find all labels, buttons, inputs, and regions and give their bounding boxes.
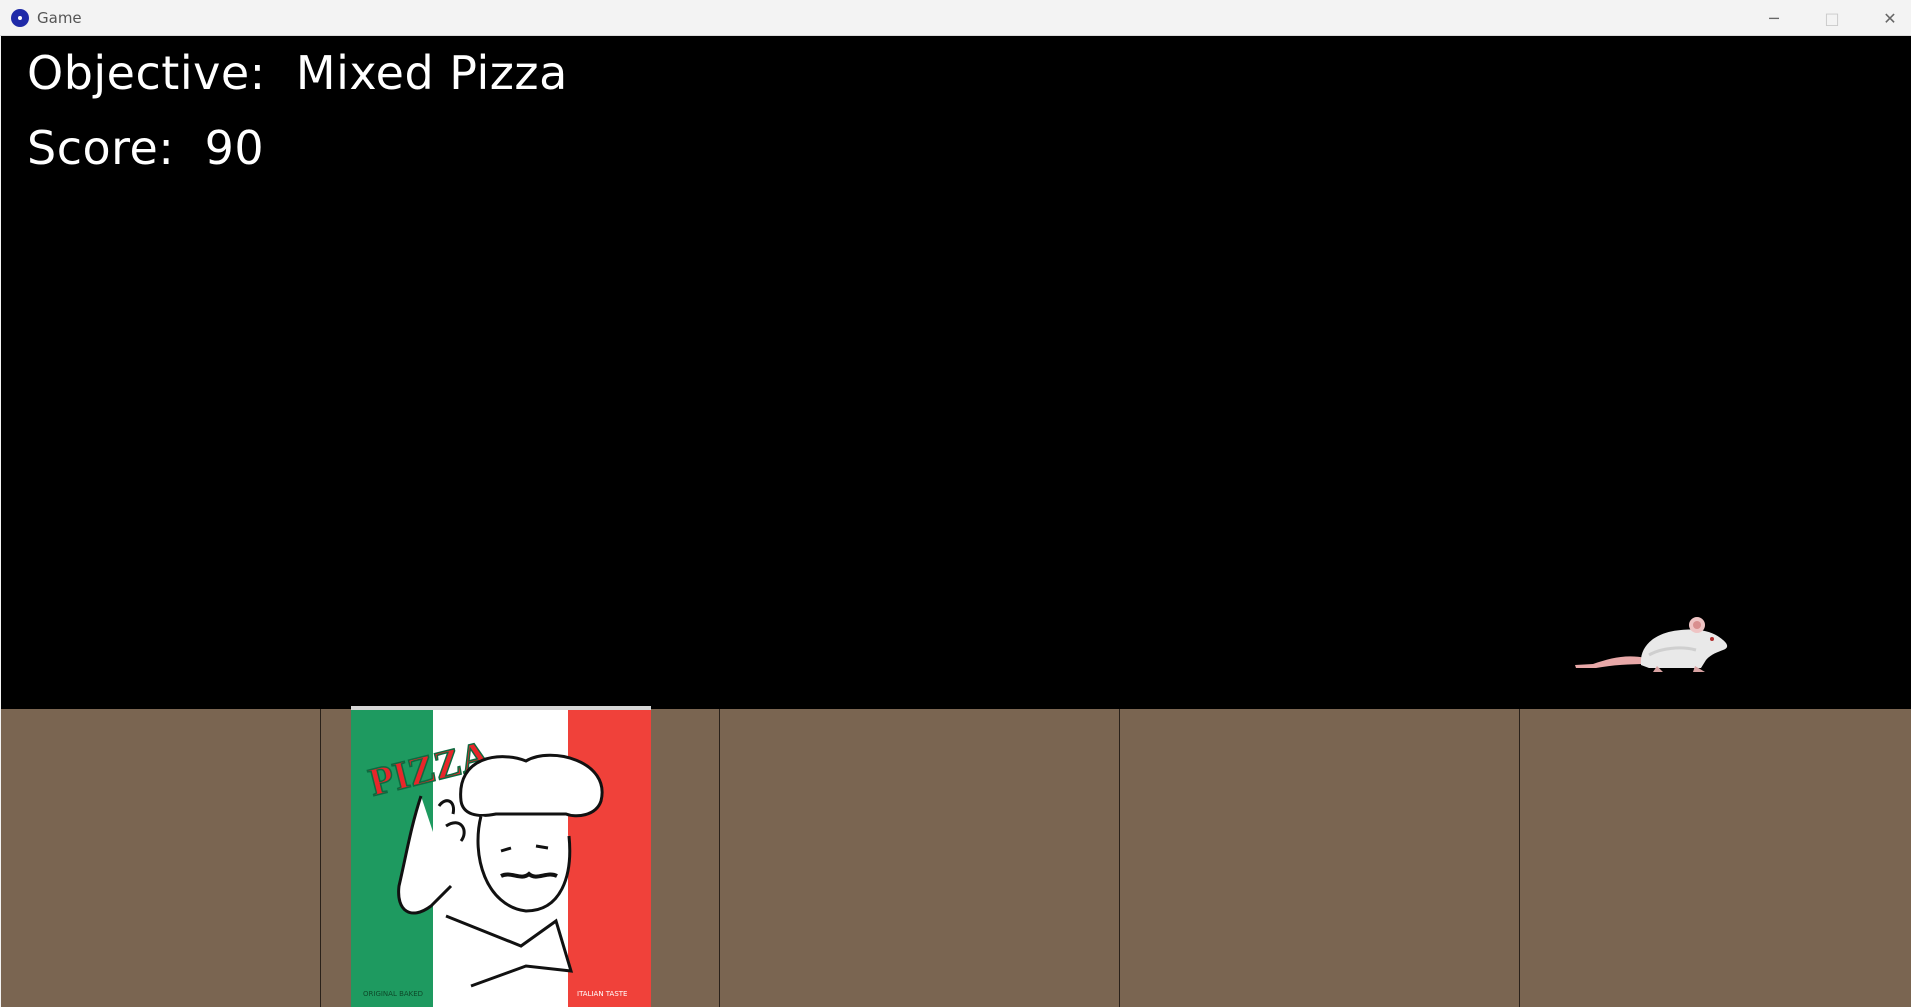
counter-divider — [1519, 709, 1520, 1007]
objective-value: Mixed Pizza — [295, 46, 568, 100]
game-canvas[interactable]: Objective: Mixed Pizza Score: 90 PIZZA O… — [1, 36, 1911, 1007]
objective-text: Objective: Mixed Pizza — [27, 46, 568, 100]
window-titlebar: Game ─ □ ✕ — [0, 0, 1911, 36]
counter-divider — [719, 709, 720, 1007]
minimize-button[interactable]: ─ — [1745, 0, 1803, 36]
window-title: Game — [37, 9, 82, 27]
svg-text:ITALIAN TASTE: ITALIAN TASTE — [577, 990, 627, 998]
counter-divider — [1119, 709, 1120, 1007]
maximize-button[interactable]: □ — [1803, 0, 1861, 36]
app-icon — [11, 9, 29, 27]
counter-area — [1, 709, 1911, 1007]
counter-divider — [320, 709, 321, 1007]
objective-label: Objective: — [27, 46, 266, 100]
score-text: Score: 90 — [27, 121, 264, 175]
svg-text:ORIGINAL BAKED: ORIGINAL BAKED — [363, 990, 423, 998]
rat-icon[interactable] — [1571, 610, 1731, 685]
score-value: 90 — [204, 121, 265, 175]
pizza-box-icon[interactable]: PIZZA ORIGINAL BAKED ITALIAN TASTE — [351, 706, 651, 1007]
close-button[interactable]: ✕ — [1861, 0, 1911, 36]
score-label: Score: — [27, 121, 175, 175]
